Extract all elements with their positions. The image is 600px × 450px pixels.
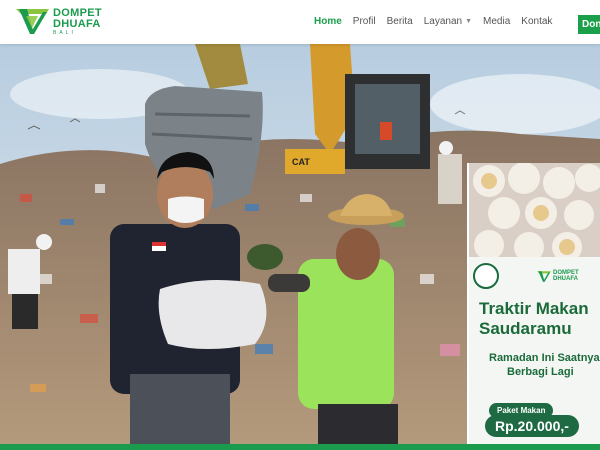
nav-kontak-label: Kontak [521, 16, 553, 27]
svg-text:CAT: CAT [292, 157, 310, 167]
nav-layanan-label: Layanan [423, 16, 463, 27]
poster-title-line1: Traktir Makan [479, 299, 589, 318]
nav-layanan[interactable]: Layanan ▼ [424, 16, 472, 27]
nav-media[interactable]: Media [483, 16, 510, 27]
chevron-down-icon: ▼ [465, 18, 473, 25]
brand-name-line2: DHUAFA [53, 17, 101, 30]
crescent-icon [513, 268, 521, 284]
poster-title: Traktir Makan Saudaramu [469, 299, 600, 339]
nav-home[interactable]: Home [314, 16, 342, 27]
site-header: DOMPET DHUAFA BALI Home Profil Berita La… [0, 0, 600, 44]
nav-berita[interactable]: Berita [387, 16, 413, 27]
partner-seal-icon [473, 263, 499, 289]
poster-logos: DOMPET DHUAFA [469, 257, 600, 295]
campaign-poster[interactable]: DOMPET DHUAFA Traktir Makan Saudaramu Ram… [467, 163, 600, 444]
poster-subtitle: Ramadan Ini Saatnya Berbagi Lagi [469, 351, 600, 379]
brand-logo[interactable]: DOMPET DHUAFA BALI [16, 6, 102, 37]
nav-media-label: Media [483, 16, 511, 27]
dompet-dhuafa-small-icon [537, 270, 551, 282]
poster-subtitle-line1: Ramadan Ini Saatnya [489, 352, 600, 364]
brand-name-line1: DOMPET [53, 6, 102, 19]
brand-wordmark: DOMPET DHUAFA BALI [53, 6, 102, 36]
poster-title-line2: Saudaramu [479, 319, 572, 338]
brand-name-line3: BALI [53, 29, 76, 36]
donate-button-label: Donasi [582, 19, 600, 30]
dompet-dhuafa-logo-icon [16, 9, 49, 34]
nav-kontak[interactable]: Kontak [521, 16, 552, 27]
poster-dd-logo: DOMPET DHUAFA [537, 270, 579, 283]
poster-subtitle-line2: Berbagi Lagi [507, 366, 574, 378]
price-badge: Rp.20.000,- [485, 415, 579, 437]
nav-profil[interactable]: Profil [353, 16, 376, 27]
main-nav: Home Profil Berita Layanan ▼ Media Kontak [314, 16, 563, 27]
donate-button[interactable]: Donasi [578, 15, 600, 34]
poster-logo-text2: DHUAFA [553, 276, 578, 282]
nav-berita-label: Berita [386, 16, 413, 27]
nav-home-label: Home [314, 16, 342, 27]
nav-profil-label: Profil [352, 16, 376, 27]
bottom-accent-bar [0, 444, 600, 450]
poster-food-photo [469, 163, 600, 262]
